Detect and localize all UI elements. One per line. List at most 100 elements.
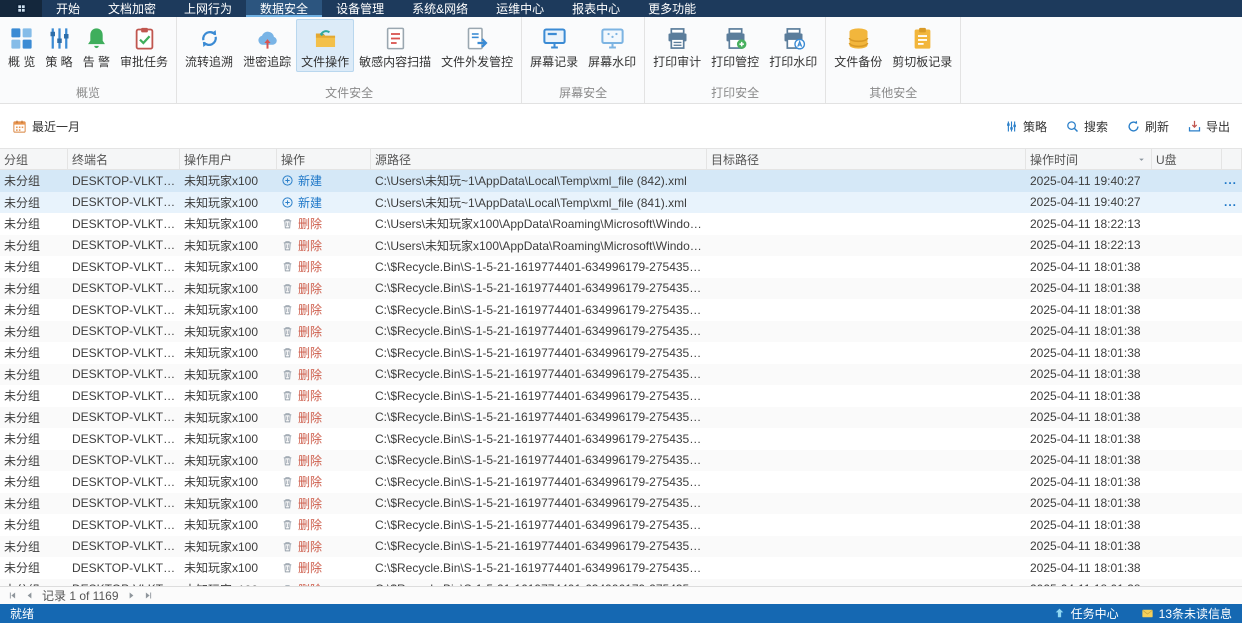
cell-operation: 删除: [277, 344, 371, 361]
content-scan-icon: [382, 25, 409, 52]
ribbon-button[interactable]: 打印管控: [706, 19, 764, 72]
menu-tab[interactable]: 数据安全: [246, 0, 323, 17]
last-page-button[interactable]: [144, 591, 153, 600]
ribbon-group-items: 概 览策 略告 警审批任务: [3, 19, 173, 84]
table-row[interactable]: 未分组DESKTOP-VLKTLE1未知玩家x100删除C:\$Recycle.…: [0, 449, 1242, 471]
next-page-button[interactable]: [127, 591, 136, 600]
row-menu-button[interactable]: ...: [1224, 196, 1237, 208]
table-row[interactable]: 未分组DESKTOP-VLKTLE1未知玩家x100删除C:\$Recycle.…: [0, 557, 1242, 579]
ribbon-button[interactable]: 策 略: [40, 19, 77, 72]
search-button[interactable]: 搜索: [1065, 118, 1108, 135]
ribbon-button[interactable]: 敏感内容扫描: [354, 19, 436, 72]
table-row[interactable]: 未分组DESKTOP-VLKTLE1未知玩家x100删除C:\$Recycle.…: [0, 406, 1242, 428]
column-header[interactable]: 源路径: [371, 149, 707, 169]
table-row[interactable]: 未分组DESKTOP-VLKTLE1未知玩家x100删除C:\$Recycle.…: [0, 514, 1242, 536]
cell-source-path: C:\$Recycle.Bin\S-1-5-21-1619774401-6349…: [375, 496, 707, 511]
cell-source-path: C:\$Recycle.Bin\S-1-5-21-1619774401-6349…: [375, 410, 707, 425]
table-row[interactable]: 未分组DESKTOP-VLKTLE1未知玩家x100删除C:\$Recycle.…: [0, 428, 1242, 450]
table-row[interactable]: 未分组DESKTOP-VLKTLE1未知玩家x100删除C:\$Recycle.…: [0, 299, 1242, 321]
ribbon-button[interactable]: 文件外发管控: [436, 19, 518, 72]
column-header[interactable]: U盘: [1152, 149, 1222, 169]
cell-time: 2025-04-11 18:01:38: [1030, 496, 1141, 511]
task-center-button[interactable]: 任务中心: [1053, 605, 1119, 622]
ribbon-group-items: 屏幕记录 屏幕水印: [525, 19, 641, 84]
ribbon-button[interactable]: 文件操作: [296, 19, 355, 72]
trash-icon: [281, 475, 294, 488]
table-row[interactable]: 未分组DESKTOP-VLKTLE1未知玩家x100删除C:\$Recycle.…: [0, 471, 1242, 493]
cell-time: 2025-04-11 18:01:38: [1030, 345, 1141, 360]
next-page-icon: [127, 591, 136, 600]
screen-record-icon: [541, 25, 568, 52]
cell-user: 未知玩家x100: [184, 238, 259, 253]
table-row[interactable]: 未分组DESKTOP-VLKTLE1未知玩家x100删除C:\$Recycle.…: [0, 363, 1242, 385]
cell-group: 未分组: [4, 303, 41, 318]
cell-user: 未知玩家x100: [184, 217, 259, 232]
prev-page-button[interactable]: [25, 591, 34, 600]
cell-source-path: C:\$Recycle.Bin\S-1-5-21-1619774401-6349…: [375, 431, 707, 446]
refresh-button[interactable]: 刷新: [1126, 118, 1169, 135]
menu-tab[interactable]: 上网行为: [170, 0, 246, 17]
menu-tab[interactable]: 设备管理: [322, 0, 398, 17]
app-logo[interactable]: [0, 0, 42, 17]
cell-time: 2025-04-11 18:01:38: [1030, 539, 1141, 554]
cell-source-path: C:\$Recycle.Bin\S-1-5-21-1619774401-6349…: [375, 281, 707, 296]
export-button[interactable]: 导出: [1187, 118, 1230, 135]
cell-group: 未分组: [4, 346, 41, 361]
menu-tab[interactable]: 运维中心: [482, 0, 558, 17]
column-header[interactable]: 分组: [0, 149, 68, 169]
table-row[interactable]: 未分组 DESKTOP-VLKTLE1 未知玩家x100 新建 C:\Users\未知玩…: [0, 191, 1242, 213]
policy-button[interactable]: 策略: [1004, 118, 1047, 135]
column-header[interactable]: 目标路径: [707, 149, 1026, 169]
cell-group: 未分组: [4, 432, 41, 447]
menu-tab[interactable]: 开始: [42, 0, 94, 17]
table-row[interactable]: 未分组DESKTOP-VLKTLE1未知玩家x100删除C:\$Recycle.…: [0, 385, 1242, 407]
ribbon-button[interactable]: 概 览: [3, 19, 40, 72]
table-row[interactable]: 未分组 DESKTOP-VLKTLE1 未知玩家x100 删除 C:\Users\未知玩…: [0, 234, 1242, 256]
row-menu-button[interactable]: ...: [1224, 175, 1237, 187]
menu-tab[interactable]: 系统&网络: [398, 0, 482, 17]
cell-terminal: DESKTOP-VLKTLE1: [72, 474, 180, 489]
cell-source-path: C:\Users\未知玩家x100\AppData\Roaming\Micros…: [375, 238, 707, 253]
column-header[interactable]: 操作用户: [180, 149, 277, 169]
column-header[interactable]: 终端名: [68, 149, 180, 169]
ribbon-button[interactable]: 打印审计: [648, 19, 706, 72]
menu-tab[interactable]: 报表中心: [558, 0, 634, 17]
date-range-filter[interactable]: 最近一月: [12, 118, 80, 135]
menu-tab[interactable]: 文档加密: [94, 0, 170, 17]
ribbon-button[interactable]: 流转追溯: [180, 19, 238, 72]
table-row[interactable]: 未分组DESKTOP-VLKTLE1未知玩家x100删除C:\$Recycle.…: [0, 256, 1242, 278]
operation-label: 删除: [298, 539, 323, 554]
menu-tab[interactable]: 更多功能: [634, 0, 710, 17]
ribbon-button-label: 屏幕记录: [530, 55, 579, 69]
cell-user: 未知玩家x100: [184, 539, 259, 554]
ribbon-button[interactable]: 屏幕记录: [525, 19, 583, 72]
time-filter-caret-icon[interactable]: [1136, 154, 1147, 165]
cell-group: 未分组: [4, 174, 41, 189]
table-row[interactable]: 未分组DESKTOP-VLKTLE1未知玩家x100删除C:\$Recycle.…: [0, 277, 1242, 299]
unread-messages-button[interactable]: 13条未读信息: [1141, 605, 1232, 622]
trash-icon: [281, 239, 294, 252]
cell-operation: 删除: [277, 473, 371, 490]
pagination-bar: 记录 1 of 1169: [0, 586, 1242, 604]
ribbon-button[interactable]: 打印水印: [764, 19, 822, 72]
table-row[interactable]: 未分组 DESKTOP-VLKTLE1 未知玩家x100 删除 C:\Users\未知玩…: [0, 213, 1242, 235]
table-row[interactable]: 未分组DESKTOP-VLKTLE1未知玩家x100删除C:\$Recycle.…: [0, 492, 1242, 514]
ribbon-button[interactable]: 剪切板记录: [887, 19, 957, 72]
first-page-button[interactable]: [8, 591, 17, 600]
table-row[interactable]: 未分组 DESKTOP-VLKTLE1 未知玩家x100 新建 C:\Users\未知玩…: [0, 170, 1242, 192]
table-row[interactable]: 未分组DESKTOP-VLKTLE1未知玩家x100删除C:\$Recycle.…: [0, 578, 1242, 586]
cell-operation: 新建: [277, 172, 371, 189]
table-row[interactable]: 未分组DESKTOP-VLKTLE1未知玩家x100删除C:\$Recycle.…: [0, 342, 1242, 364]
table-row[interactable]: 未分组DESKTOP-VLKTLE1未知玩家x100删除C:\$Recycle.…: [0, 320, 1242, 342]
ribbon-button[interactable]: 文件备份: [829, 19, 887, 72]
cell-user: 未知玩家x100: [184, 195, 259, 210]
ribbon-group-items: 流转追溯 泄密追踪 文件操作 敏感内容扫描 文件外发管控: [180, 19, 518, 84]
table-row[interactable]: 未分组DESKTOP-VLKTLE1未知玩家x100删除C:\$Recycle.…: [0, 535, 1242, 557]
column-header[interactable]: [1222, 149, 1242, 169]
ribbon-button[interactable]: 屏幕水印: [583, 19, 641, 72]
column-header[interactable]: 操作: [277, 149, 371, 169]
ribbon-button[interactable]: 泄密追踪: [238, 19, 296, 72]
column-header[interactable]: 操作时间: [1026, 149, 1152, 169]
ribbon-button[interactable]: 审批任务: [115, 19, 173, 72]
ribbon-button[interactable]: 告 警: [78, 19, 115, 72]
